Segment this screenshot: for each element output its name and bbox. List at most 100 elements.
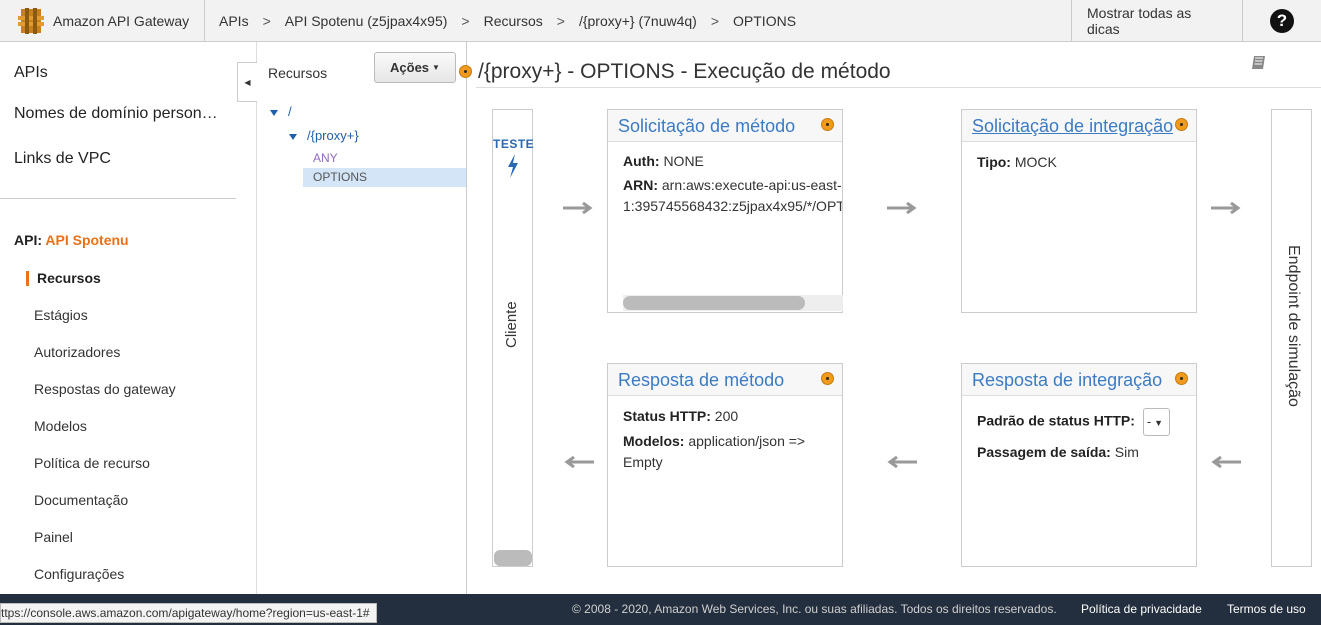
nav-dashboard[interactable]: Painel xyxy=(34,529,73,545)
models-value: application/json => xyxy=(688,433,806,449)
status-dot-icon xyxy=(821,372,834,385)
resources-panel: Recursos Ações ▼ / /{proxy+} ANY OPTIONS xyxy=(257,42,467,594)
method-request-panel: Solicitação de método Auth: NONE ARN: ar… xyxy=(607,109,843,313)
arrow-left-icon xyxy=(1211,456,1241,468)
breadcrumb-resources[interactable]: Recursos xyxy=(484,13,543,29)
client-panel: TESTE Cliente xyxy=(492,109,535,567)
method-response-header: Resposta de método xyxy=(608,364,842,396)
arrow-right-icon xyxy=(563,202,593,214)
nav-resources[interactable]: Recursos xyxy=(37,270,101,286)
arrow-right-icon xyxy=(1211,202,1241,214)
show-tips-button[interactable]: Mostrar todas as dicas xyxy=(1071,0,1243,42)
tree-root[interactable]: / xyxy=(270,104,292,119)
left-nav: APIs Nomes de domínio person… Links de V… xyxy=(0,42,257,594)
collapse-nav-button[interactable]: ◀ xyxy=(237,62,257,102)
privacy-link[interactable]: Política de privacidade xyxy=(1081,602,1202,616)
status-dot-icon xyxy=(1175,118,1188,131)
breadcrumb-separator: > xyxy=(461,12,470,29)
nav-apis[interactable]: APIs xyxy=(14,64,48,82)
breadcrumb-separator: > xyxy=(262,12,271,29)
integration-response-title[interactable]: Resposta de integração xyxy=(972,370,1162,390)
type-label: Tipo: xyxy=(977,154,1011,170)
method-request-header: Solicitação de método xyxy=(608,110,842,142)
breadcrumb-separator: > xyxy=(710,12,720,29)
arrow-right-icon xyxy=(887,202,917,214)
passthrough-label: Passagem de saída: xyxy=(977,444,1111,460)
nav-gateway-responses[interactable]: Respostas do gateway xyxy=(34,381,176,397)
copyright: © 2008 - 2020, Amazon Web Services, Inc.… xyxy=(572,602,1057,616)
nav-vpc-links[interactable]: Links de VPC xyxy=(14,150,111,168)
integration-request-title[interactable]: Solicitação de integração xyxy=(972,116,1173,136)
chevron-down-icon: ▼ xyxy=(1154,418,1164,428)
breadcrumb-api[interactable]: API Spotenu (z5jpax4x95) xyxy=(285,13,448,29)
method-options[interactable]: OPTIONS xyxy=(303,168,466,187)
resources-title: Recursos xyxy=(268,65,328,81)
type-value: MOCK xyxy=(1014,154,1057,170)
integration-response-panel: Resposta de integração Padrão de status … xyxy=(961,363,1197,567)
arn-value: arn:aws:execute-api:us-east- xyxy=(661,177,842,193)
models-label: Modelos: xyxy=(623,433,685,449)
models-value-cont: Empty xyxy=(623,454,663,470)
nav-resource-policy[interactable]: Política de recurso xyxy=(34,455,150,471)
caret-down-icon: ▼ xyxy=(432,63,440,72)
actions-dropdown[interactable]: Ações ▼ xyxy=(374,52,456,83)
horizontal-scrollbar[interactable] xyxy=(623,295,843,311)
nav-documentation[interactable]: Documentação xyxy=(34,492,128,508)
api-name[interactable]: API Spotenu xyxy=(45,232,128,248)
client-label: Cliente xyxy=(503,301,520,348)
terms-link[interactable]: Termos de uso xyxy=(1227,602,1306,616)
auth-label: Auth: xyxy=(623,153,660,169)
tree-proxy[interactable]: /{proxy+} xyxy=(289,128,359,143)
status-dot-icon xyxy=(1175,372,1188,385)
arn-label: ARN: xyxy=(623,177,658,193)
help-icon: ? xyxy=(1270,8,1294,33)
api-label: API: API Spotenu xyxy=(14,232,129,248)
test-button[interactable]: TESTE xyxy=(493,137,535,181)
actions-label: Ações xyxy=(390,60,430,75)
book-icon[interactable] xyxy=(1250,54,1268,72)
nav-settings[interactable]: Configurações xyxy=(34,566,124,582)
top-bar: Amazon API Gateway APIs > API Spotenu (z… xyxy=(0,0,1321,42)
arrow-left-icon xyxy=(887,456,917,468)
title-divider xyxy=(476,87,1321,88)
status-value: 200 xyxy=(714,408,739,424)
scroll-thumb[interactable] xyxy=(494,550,532,566)
endpoint-panel: Endpoint de simulação xyxy=(1271,109,1312,567)
method-request-title[interactable]: Solicitação de método xyxy=(618,116,795,136)
api-prefix: API: xyxy=(14,232,42,248)
status-label: Status HTTP: xyxy=(623,408,711,424)
auth-value: NONE xyxy=(663,153,704,169)
expand-icon xyxy=(289,133,297,140)
breadcrumb-method: OPTIONS xyxy=(733,12,797,29)
chevron-left-icon: ◀ xyxy=(244,77,251,87)
integration-request-panel: Solicitação de integração Tipo: MOCK xyxy=(961,109,1197,313)
active-indicator xyxy=(26,271,29,286)
status-dot-icon xyxy=(459,65,472,78)
nav-custom-domains[interactable]: Nomes de domínio person… xyxy=(14,105,218,123)
help-button[interactable]: ? xyxy=(1243,0,1321,42)
method-response-title[interactable]: Resposta de método xyxy=(618,370,784,390)
arrow-left-icon xyxy=(564,456,594,468)
api-gateway-logo-icon xyxy=(18,7,44,34)
breadcrumb-resource[interactable]: /{proxy+} (7nuw4q) xyxy=(579,13,697,29)
brand-label: Amazon API Gateway xyxy=(53,12,190,29)
pattern-label: Padrão de status HTTP: xyxy=(977,412,1135,429)
nav-authorizers[interactable]: Autorizadores xyxy=(34,344,120,360)
breadcrumb-apis[interactable]: APIs xyxy=(219,13,249,29)
brand[interactable]: Amazon API Gateway xyxy=(0,0,205,42)
endpoint-label: Endpoint de simulação xyxy=(1285,245,1302,407)
status-dot-icon xyxy=(821,118,834,131)
method-any[interactable]: ANY xyxy=(313,151,338,165)
arn-value-cont: 1:395745568432:z5jpax4x95/*/OPT xyxy=(623,198,842,214)
browser-status-url: ttps://console.aws.amazon.com/apigateway… xyxy=(0,603,377,623)
integration-request-header: Solicitação de integração xyxy=(962,110,1196,142)
scroll-thumb[interactable] xyxy=(623,296,805,310)
page-title: /{proxy+} - OPTIONS - Execução de método xyxy=(478,60,891,83)
nav-stages[interactable]: Estágios xyxy=(34,307,88,323)
nav-models[interactable]: Modelos xyxy=(34,418,87,434)
passthrough-value: Sim xyxy=(1114,444,1139,460)
integration-response-header: Resposta de integração xyxy=(962,364,1196,396)
status-pattern-select[interactable]: - ▼ xyxy=(1142,408,1170,436)
test-label: TESTE xyxy=(493,137,535,151)
breadcrumb: APIs > API Spotenu (z5jpax4x95) > Recurs… xyxy=(205,13,1071,29)
